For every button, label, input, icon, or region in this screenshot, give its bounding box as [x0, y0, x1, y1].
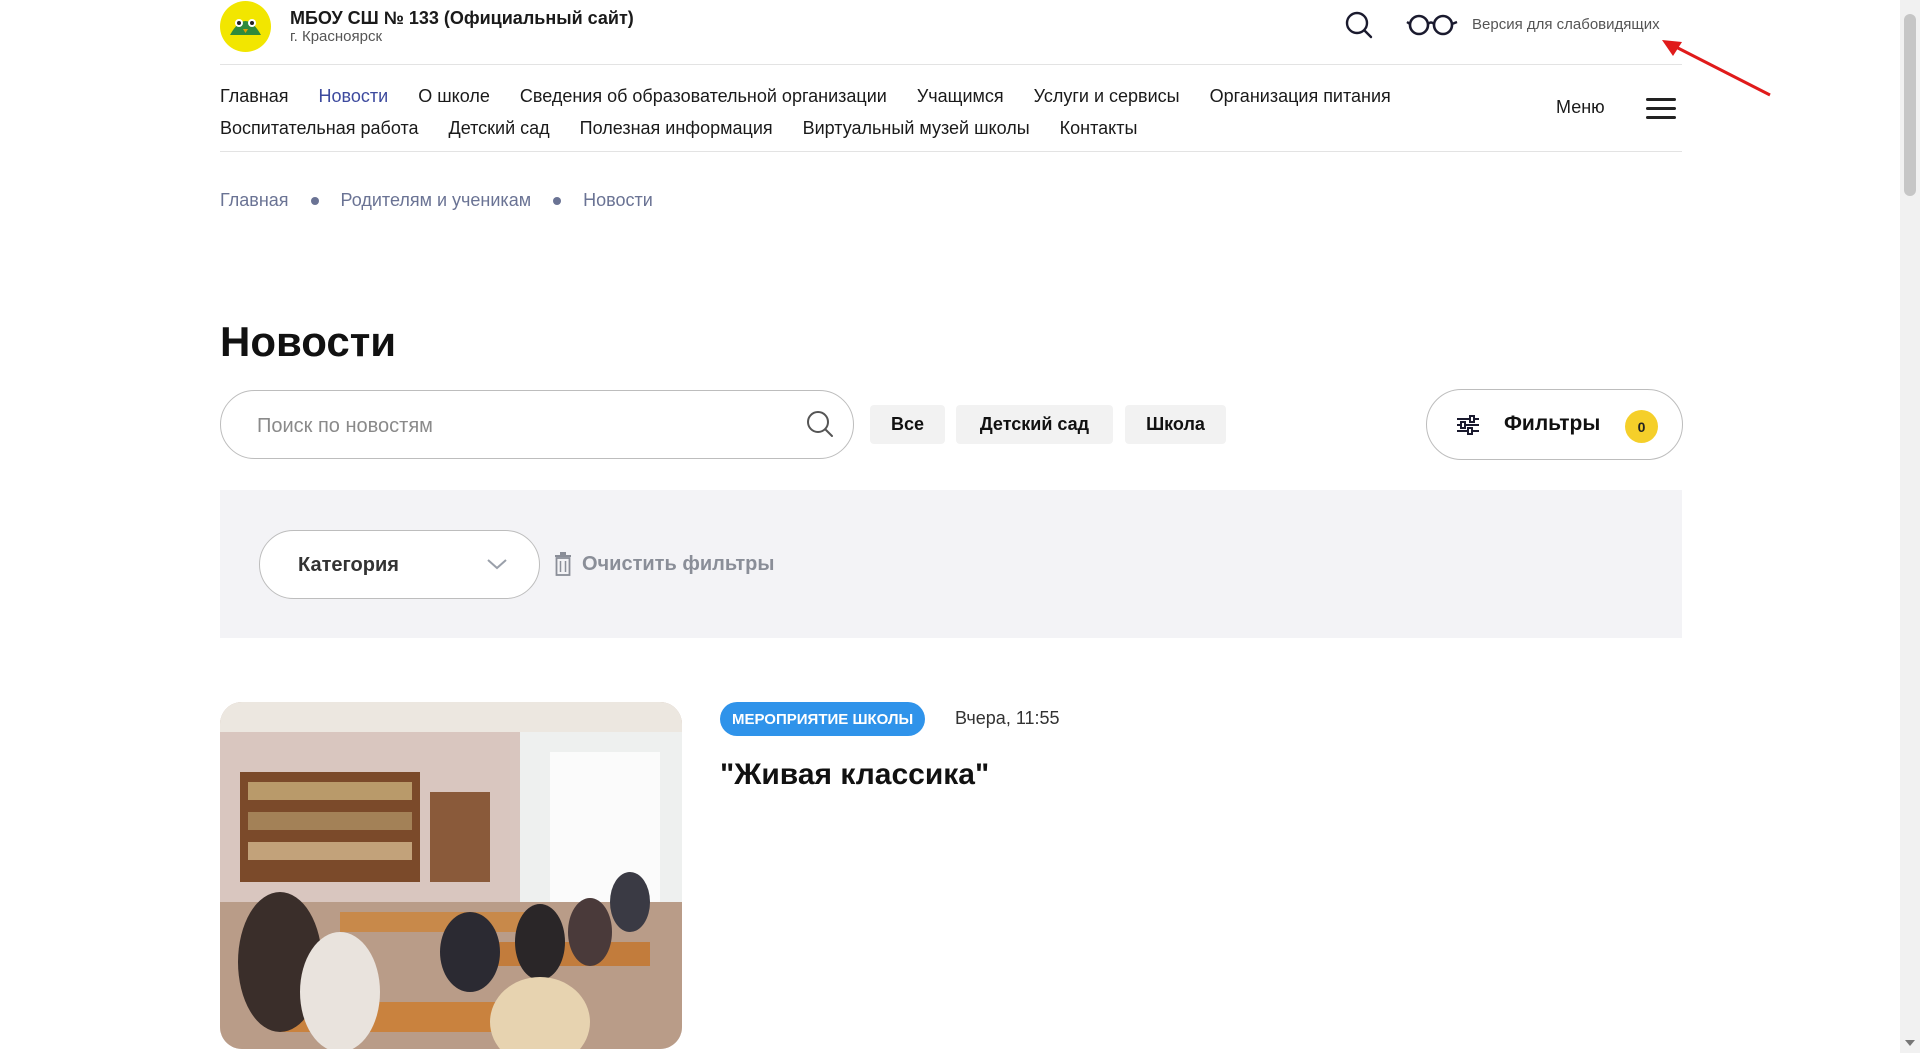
nav-divider	[220, 151, 1682, 152]
site-city: г. Красноярск	[290, 28, 383, 45]
breadcrumb-home[interactable]: Главная	[220, 190, 289, 211]
filter-panel: Категория Очистить фильтры	[220, 490, 1682, 638]
breadcrumb-parents[interactable]: Родителям и ученикам	[341, 190, 532, 211]
news-photo[interactable]	[220, 702, 682, 1049]
breadcrumb-separator	[553, 196, 562, 205]
search-icon[interactable]	[805, 409, 835, 439]
clear-filters-button[interactable]: Очистить фильтры	[554, 552, 774, 576]
nav-item-education[interactable]: Воспитательная работа	[220, 118, 419, 139]
main-nav: Главная Новости О школе Сведения об обра…	[220, 80, 1560, 144]
filters-count-badge: 0	[1625, 410, 1658, 443]
nav-item-info[interactable]: Сведения об образовательной организации	[520, 86, 887, 107]
site-title[interactable]: МБОУ СШ № 133 (Официальный сайт)	[290, 8, 634, 29]
chip-kindergarten[interactable]: Детский сад	[956, 405, 1113, 444]
news-search-input[interactable]	[257, 413, 777, 439]
category-label: Категория	[298, 554, 399, 576]
news-date: Вчера, 11:55	[955, 708, 1060, 728]
chip-all[interactable]: Все	[870, 405, 945, 444]
hamburger-menu-icon[interactable]	[1646, 98, 1676, 120]
annotation-arrow-icon	[1660, 40, 1780, 100]
search-icon[interactable]	[1344, 10, 1374, 40]
nav-item-services[interactable]: Услуги и сервисы	[1034, 86, 1180, 107]
site-header: МБОУ СШ № 133 (Официальный сайт) г. Крас…	[220, 0, 1682, 65]
low-vision-link[interactable]: Версия для слабовидящих	[1472, 16, 1660, 33]
trash-icon	[554, 552, 572, 576]
nav-item-students[interactable]: Учащимся	[917, 86, 1004, 107]
chip-school[interactable]: Школа	[1125, 405, 1226, 444]
page-scrollbar[interactable]	[1900, 0, 1920, 1053]
glasses-icon[interactable]	[1406, 12, 1458, 38]
news-title[interactable]: "Живая классика"	[720, 758, 989, 792]
breadcrumb: Главная Родителям и ученикам Новости	[220, 190, 653, 211]
nav-item-useful[interactable]: Полезная информация	[580, 118, 773, 139]
clear-filters-label: Очистить фильтры	[582, 552, 775, 575]
nav-item-food[interactable]: Организация питания	[1210, 86, 1391, 107]
filters-button[interactable]: Фильтры 0	[1426, 389, 1683, 460]
nav-item-contacts[interactable]: Контакты	[1060, 118, 1138, 139]
nav-row-2: Воспитательная работа Детский сад Полезн…	[220, 112, 1560, 144]
category-dropdown[interactable]: Категория	[259, 530, 540, 599]
nav-item-museum[interactable]: Виртуальный музей школы	[803, 118, 1030, 139]
scroll-down-arrow-icon[interactable]	[1905, 1040, 1915, 1046]
news-search-box	[220, 390, 854, 459]
scrollbar-thumb[interactable]	[1904, 14, 1916, 196]
nav-item-home[interactable]: Главная	[220, 86, 289, 107]
page-title: Новости	[220, 318, 397, 365]
breadcrumb-current: Новости	[583, 190, 653, 210]
nav-item-kindergarten[interactable]: Детский сад	[449, 118, 550, 139]
menu-label[interactable]: Меню	[1556, 97, 1605, 118]
filters-label: Фильтры	[1504, 412, 1601, 435]
chevron-down-icon	[486, 557, 508, 571]
breadcrumb-separator	[310, 196, 319, 205]
sliders-icon	[1455, 414, 1481, 436]
nav-item-about[interactable]: О школе	[418, 86, 490, 107]
school-logo[interactable]	[220, 1, 271, 52]
nav-item-news[interactable]: Новости	[319, 86, 389, 107]
nav-row-1: Главная Новости О школе Сведения об обра…	[220, 80, 1560, 112]
news-category-tag[interactable]: МЕРОПРИЯТИЕ ШКОЛЫ	[720, 702, 926, 736]
